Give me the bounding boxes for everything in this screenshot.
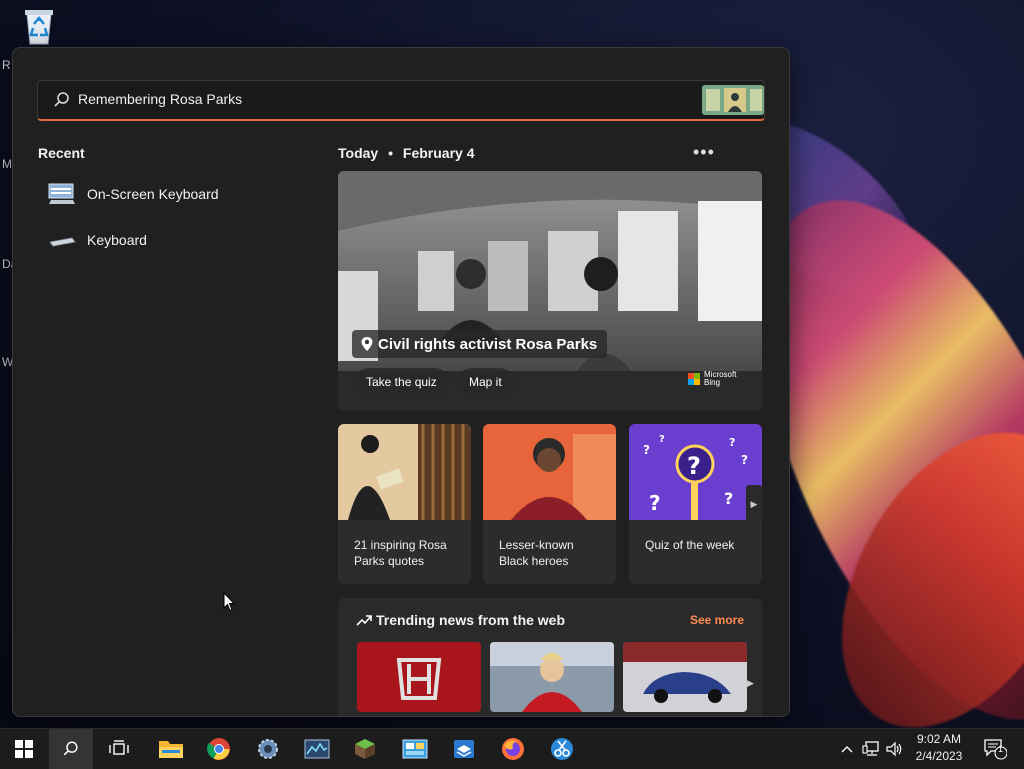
svg-text:?: ? — [741, 453, 748, 467]
clock-date: 2/4/2023 — [915, 749, 963, 763]
recent-heading: Recent — [38, 145, 85, 161]
search-icon — [63, 741, 78, 756]
news-item[interactable] — [357, 642, 481, 712]
card-black-heroes[interactable]: Lesser-known Black heroes — [483, 424, 616, 584]
task-manager-icon — [304, 739, 330, 759]
card-image — [483, 424, 616, 520]
settings-button[interactable] — [246, 729, 290, 769]
volume-icon — [886, 741, 902, 757]
notification-icon — [984, 739, 1007, 760]
card-image: ?? ?? ?? ? — [629, 424, 762, 520]
taskbar: 9:02 AM 2/4/2023 1 — [0, 728, 1024, 769]
task-view-icon — [109, 740, 129, 755]
notification-center-button[interactable]: 1 — [978, 729, 1012, 769]
start-icon — [15, 740, 33, 758]
cards-next-arrow-icon[interactable]: ▶ — [746, 485, 762, 523]
card-image — [338, 424, 471, 520]
firefox-icon — [502, 738, 524, 760]
card-rosa-quotes[interactable]: 21 inspiring Rosa Parks quotes — [338, 424, 471, 584]
recent-item-on-screen-keyboard[interactable]: On-Screen Keyboard — [41, 176, 311, 212]
today-date: February 4 — [402, 145, 475, 161]
trending-heading: Trending news from the web — [356, 612, 565, 628]
microsoft-bing-logo: Microsoft Bing — [688, 371, 744, 387]
news-image — [623, 642, 747, 712]
chrome-icon — [207, 738, 230, 760]
location-pin-icon — [361, 337, 373, 351]
network-icon — [862, 741, 879, 756]
sandbox-button[interactable] — [442, 729, 486, 769]
map-it-button[interactable]: Map it — [457, 368, 514, 396]
clock[interactable]: 9:02 AM 2/4/2023 — [904, 731, 974, 765]
news-image — [357, 642, 481, 712]
today-heading: Today • February 4 — [338, 145, 474, 161]
more-options-icon[interactable]: ••• — [693, 142, 715, 163]
desktop-icon-label: M — [2, 157, 12, 171]
hero-title[interactable]: Civil rights activist Rosa Parks — [352, 330, 608, 358]
recent-item-label: On-Screen Keyboard — [87, 186, 219, 202]
hero-title-text: Civil rights activist Rosa Parks — [378, 335, 598, 353]
card-label: Quiz of the week — [645, 538, 735, 552]
svg-text:?: ? — [643, 443, 650, 457]
notification-count: 1 — [998, 744, 1004, 754]
svg-text:?: ? — [649, 491, 661, 515]
recycle-bin-icon[interactable] — [20, 6, 58, 46]
settings-icon — [258, 739, 278, 759]
mouse-cursor-icon — [223, 592, 235, 612]
minecraft-icon — [355, 739, 375, 759]
svg-text:?: ? — [729, 436, 735, 449]
card-label: Lesser-known Black heroes — [499, 538, 574, 568]
today-label: Today — [338, 145, 379, 161]
date-separator: • — [388, 145, 393, 161]
recent-item-label: Keyboard — [87, 232, 147, 248]
news-item[interactable] — [490, 642, 614, 712]
task-manager-button[interactable] — [295, 729, 339, 769]
card-label: 21 inspiring Rosa Parks quotes — [354, 538, 447, 568]
take-quiz-button[interactable]: Take the quiz — [354, 368, 449, 396]
search-highlight-thumbnail[interactable] — [702, 85, 764, 115]
taskbar-search-button[interactable] — [49, 729, 93, 769]
search-icon — [54, 92, 69, 107]
chrome-button[interactable] — [197, 729, 241, 769]
svg-text:?: ? — [659, 434, 665, 445]
desktop-icon-label: R — [2, 58, 11, 72]
task-view-button[interactable] — [97, 729, 141, 769]
search-input[interactable] — [78, 87, 678, 111]
on-screen-keyboard-icon — [48, 183, 75, 204]
news-image — [490, 642, 614, 712]
show-hidden-icons-button[interactable] — [838, 729, 856, 769]
chevron-up-icon — [841, 746, 853, 753]
search-box[interactable] — [37, 80, 765, 121]
trending-section: Trending news from the web See more ▶ — [338, 598, 762, 716]
volume-button[interactable] — [884, 729, 906, 769]
svg-text:?: ? — [724, 489, 733, 508]
minecraft-button[interactable] — [343, 729, 387, 769]
recent-item-keyboard[interactable]: Keyboard — [41, 222, 311, 258]
firefox-button[interactable] — [491, 729, 535, 769]
svg-text:?: ? — [687, 452, 701, 480]
news-item[interactable] — [623, 642, 747, 712]
see-more-link[interactable]: See more — [690, 613, 744, 627]
snipping-tool-button[interactable] — [540, 729, 584, 769]
card-quiz-week[interactable]: ?? ?? ?? ? Quiz of the week — [629, 424, 762, 584]
start-button[interactable] — [2, 729, 46, 769]
file-explorer-button[interactable] — [149, 729, 193, 769]
sandbox-icon — [454, 740, 474, 758]
keyboard-icon — [49, 237, 76, 247]
trending-title: Trending news from the web — [376, 612, 566, 628]
file-explorer-icon — [159, 741, 183, 758]
bing-label: Microsoft Bing — [704, 370, 737, 387]
microsoft-logo-icon — [688, 373, 700, 385]
search-panel: Recent On-Screen Keyboard Keyboard Today… — [12, 47, 790, 717]
trending-next-arrow-icon[interactable]: ▶ — [747, 678, 754, 689]
control-panel-button[interactable] — [393, 729, 437, 769]
hero-card[interactable]: Civil rights activist Rosa Parks Take th… — [338, 171, 762, 411]
network-button[interactable] — [860, 729, 882, 769]
clock-time: 9:02 AM — [916, 732, 962, 746]
trending-icon — [356, 615, 372, 626]
control-panel-icon — [402, 739, 428, 759]
snipping-tool-icon — [551, 738, 573, 760]
